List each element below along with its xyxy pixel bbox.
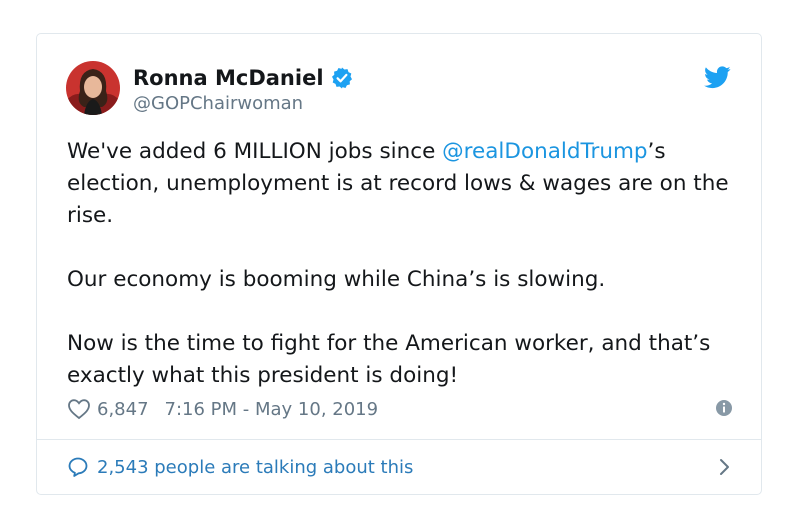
tweet-paragraph-1: We've added 6 MILLION jobs since @realDo… bbox=[67, 136, 737, 232]
tweet-paragraph-2: Our economy is booming while China’s is … bbox=[67, 267, 606, 292]
twitter-bird-icon[interactable] bbox=[704, 66, 731, 89]
tweet-timestamp[interactable]: 7:16 PM - May 10, 2019 bbox=[165, 399, 379, 420]
speech-bubble-icon bbox=[67, 456, 89, 478]
author-block: Ronna McDaniel @GOPChairwoman bbox=[133, 65, 354, 116]
tweet-meta: 6,847 7:16 PM - May 10, 2019 bbox=[67, 396, 733, 422]
like-count[interactable]: 6,847 bbox=[97, 399, 149, 420]
tweet-paragraph-3: Now is the time to fight for the America… bbox=[67, 331, 711, 388]
mention-link[interactable]: @realDonaldTrump bbox=[442, 139, 647, 164]
divider bbox=[37, 439, 761, 440]
info-icon[interactable] bbox=[715, 399, 733, 417]
avatar[interactable] bbox=[66, 61, 120, 115]
conversation-link[interactable]: 2,543 people are talking about this bbox=[67, 453, 731, 481]
heart-icon[interactable] bbox=[67, 398, 91, 420]
tweet-card: Ronna McDaniel @GOPChairwoman We've adde… bbox=[36, 33, 762, 495]
tweet-text: We've added 6 MILLION jobs since @realDo… bbox=[67, 136, 737, 392]
author-name[interactable]: Ronna McDaniel bbox=[133, 65, 324, 91]
tweet-text-segment: We've added 6 MILLION jobs since bbox=[67, 139, 443, 164]
verified-badge-icon bbox=[330, 66, 354, 90]
author-handle[interactable]: @GOPChairwoman bbox=[133, 92, 354, 116]
talking-count-text: 2,543 people are talking about this bbox=[97, 456, 414, 478]
chevron-right-icon bbox=[717, 457, 731, 477]
